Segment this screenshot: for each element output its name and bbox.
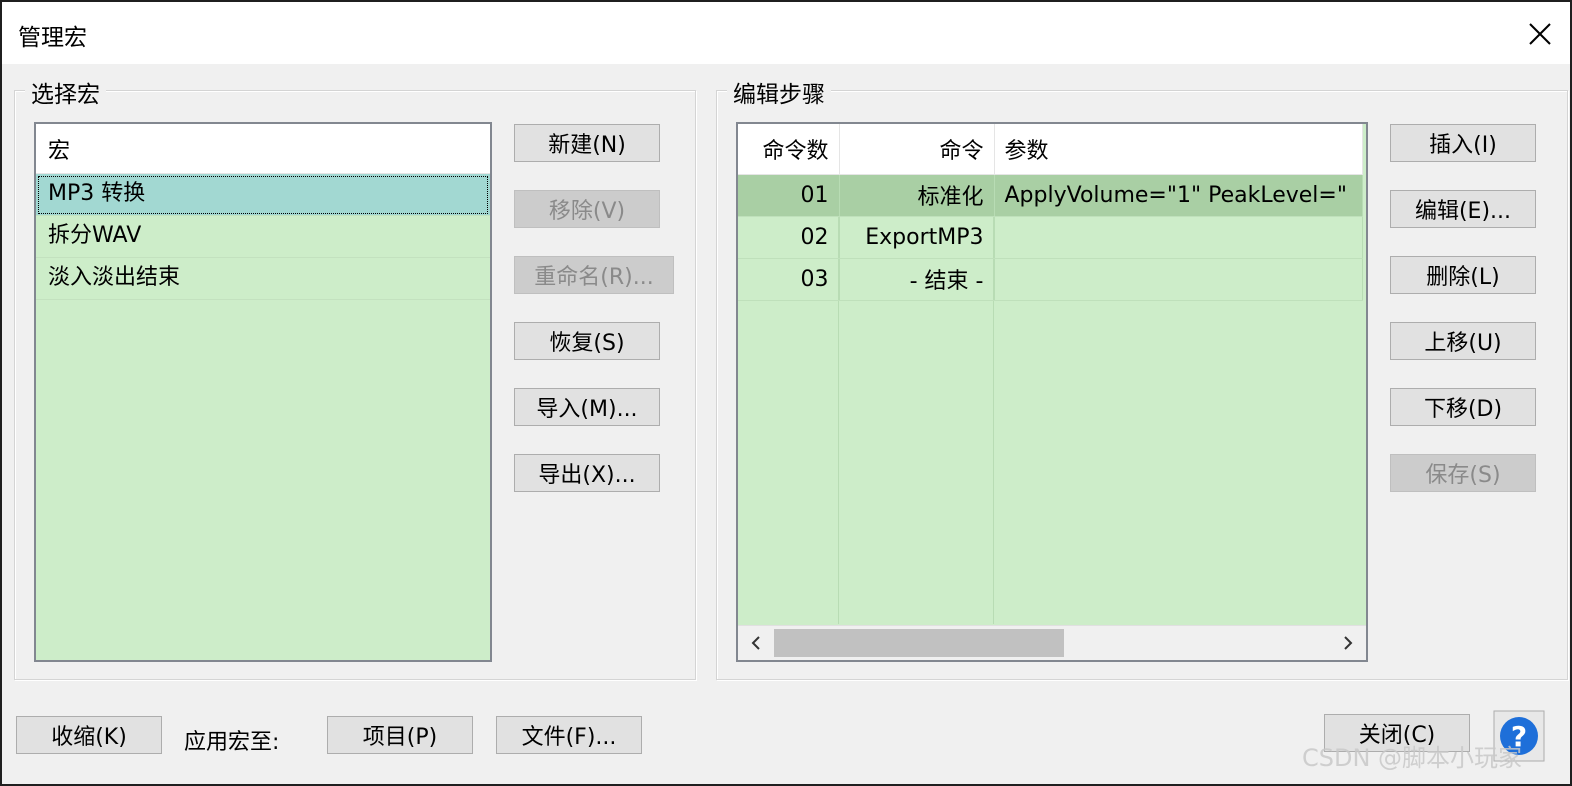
manage-macros-dialog: 管理宏 选择宏 宏 MP3 转换 拆分WAV 淡入淡出结束 新建(N) 移除(V…	[0, 0, 1572, 786]
move-up-button[interactable]: 上移(U)	[1390, 322, 1536, 360]
delete-step-button[interactable]: 删除(L)	[1390, 256, 1536, 294]
scroll-left-icon[interactable]	[744, 631, 768, 655]
rename-macro-button[interactable]: 重命名(R)...	[514, 256, 674, 294]
step-command: - 结束 -	[839, 258, 995, 301]
scrollbar-thumb[interactable]	[774, 629, 1064, 657]
macro-list-item[interactable]: MP3 转换	[36, 174, 490, 216]
import-button[interactable]: 导入(M)...	[514, 388, 660, 426]
macro-list-header: 宏	[36, 124, 490, 174]
edit-steps-legend: 编辑步骤	[727, 75, 831, 109]
move-down-button[interactable]: 下移(D)	[1390, 388, 1536, 426]
table-row[interactable]: 03 - 结束 -	[738, 258, 1363, 301]
step-params	[994, 258, 1363, 301]
export-button[interactable]: 导出(X)...	[514, 454, 660, 492]
dialog-title: 管理宏	[18, 25, 87, 51]
apply-macro-label: 应用宏至:	[184, 730, 280, 755]
steps-table: 命令数 命令 参数 01 标准化 ApplyVolume="1" PeakLev…	[738, 124, 1363, 301]
step-number: 02	[738, 216, 840, 259]
step-number: 03	[738, 258, 840, 301]
close-icon[interactable]	[1520, 14, 1560, 54]
step-params: ApplyVolume="1" PeakLevel="	[994, 174, 1363, 217]
save-button[interactable]: 保存(S)	[1390, 454, 1536, 492]
step-number: 01	[738, 174, 840, 217]
step-command: ExportMP3	[839, 216, 995, 259]
remove-macro-button[interactable]: 移除(V)	[514, 190, 660, 228]
column-header-params[interactable]: 参数	[994, 124, 1363, 175]
step-command: 标准化	[839, 174, 995, 217]
macro-list-item[interactable]: 淡入淡出结束	[36, 258, 490, 300]
step-params	[994, 216, 1363, 259]
table-row[interactable]: 02 ExportMP3	[738, 216, 1363, 259]
title-bar: 管理宏	[2, 2, 1570, 64]
new-macro-button[interactable]: 新建(N)	[514, 124, 660, 162]
scroll-right-icon[interactable]	[1336, 631, 1360, 655]
apply-files-button[interactable]: 文件(F)...	[496, 716, 642, 754]
macro-list-item[interactable]: 拆分WAV	[36, 216, 490, 258]
select-macro-legend: 选择宏	[25, 75, 106, 109]
horizontal-scrollbar[interactable]	[738, 625, 1366, 660]
collapse-button[interactable]: 收缩(K)	[16, 716, 162, 754]
restore-button[interactable]: 恢复(S)	[514, 322, 660, 360]
edit-step-button[interactable]: 编辑(E)...	[1390, 190, 1536, 228]
watermark-text: CSDN @脚本小玩家	[1302, 744, 1523, 772]
column-header-command[interactable]: 命令	[839, 124, 995, 175]
apply-project-button[interactable]: 项目(P)	[327, 716, 473, 754]
table-row[interactable]: 01 标准化 ApplyVolume="1" PeakLevel="	[738, 174, 1363, 217]
column-header-number[interactable]: 命令数	[738, 124, 840, 175]
steps-grid[interactable]: 命令数 命令 参数 01 标准化 ApplyVolume="1" PeakLev…	[736, 122, 1368, 662]
macro-list[interactable]: 宏 MP3 转换 拆分WAV 淡入淡出结束	[34, 122, 492, 662]
insert-step-button[interactable]: 插入(I)	[1390, 124, 1536, 162]
